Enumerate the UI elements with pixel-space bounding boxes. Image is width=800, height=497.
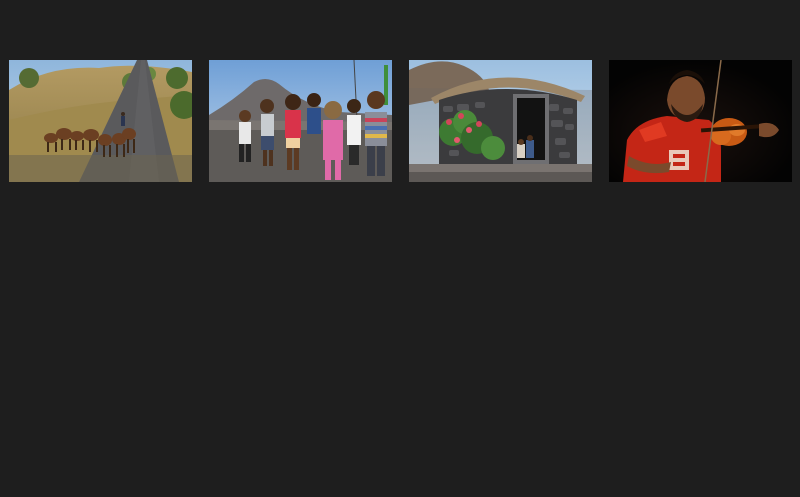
goats-on-road-image	[9, 60, 192, 182]
gallery-thumbnail-goats[interactable]	[9, 60, 192, 182]
gallery-thumbnail-violinist[interactable]	[609, 60, 792, 182]
gallery-thumbnail-children[interactable]	[209, 60, 392, 182]
violinist-image	[609, 60, 792, 182]
photo-gallery	[9, 60, 792, 182]
children-on-road-image	[209, 60, 392, 182]
gallery-thumbnail-stone-hut[interactable]	[409, 60, 592, 182]
stone-round-hut-image	[409, 60, 592, 182]
